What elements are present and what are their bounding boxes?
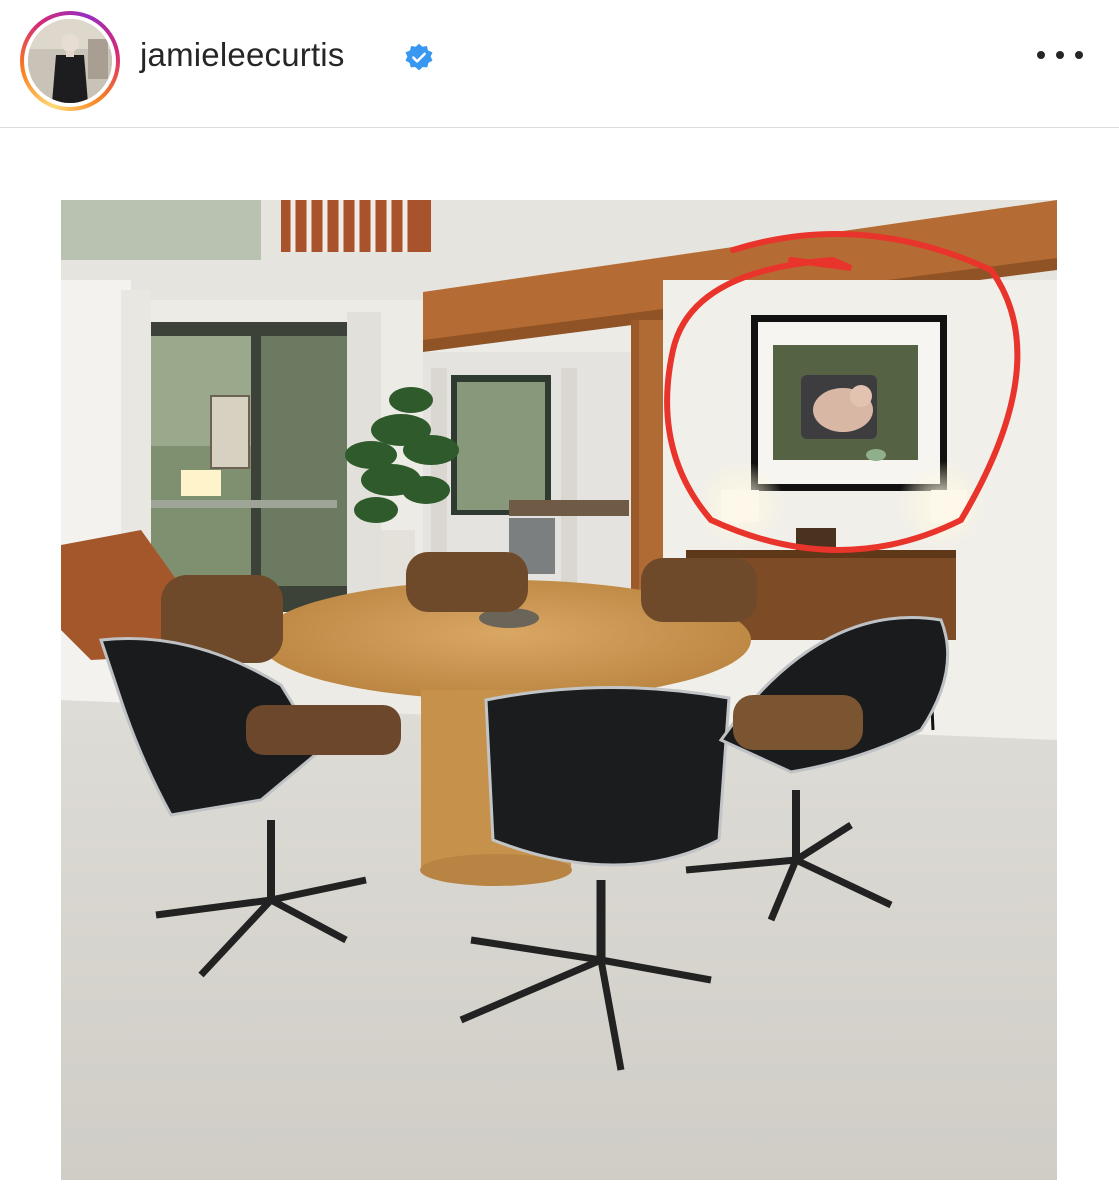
verified-badge-icon	[405, 43, 433, 71]
avatar[interactable]	[28, 19, 112, 103]
post-header: jamieleecurtis	[0, 0, 1119, 128]
story-ring[interactable]	[20, 11, 120, 111]
avatar-photo	[28, 19, 112, 103]
username-link[interactable]: jamieleecurtis	[140, 36, 345, 74]
more-options-icon[interactable]	[1037, 40, 1083, 70]
post-image[interactable]	[61, 200, 1057, 1180]
dining-room-photo	[61, 200, 1057, 1180]
